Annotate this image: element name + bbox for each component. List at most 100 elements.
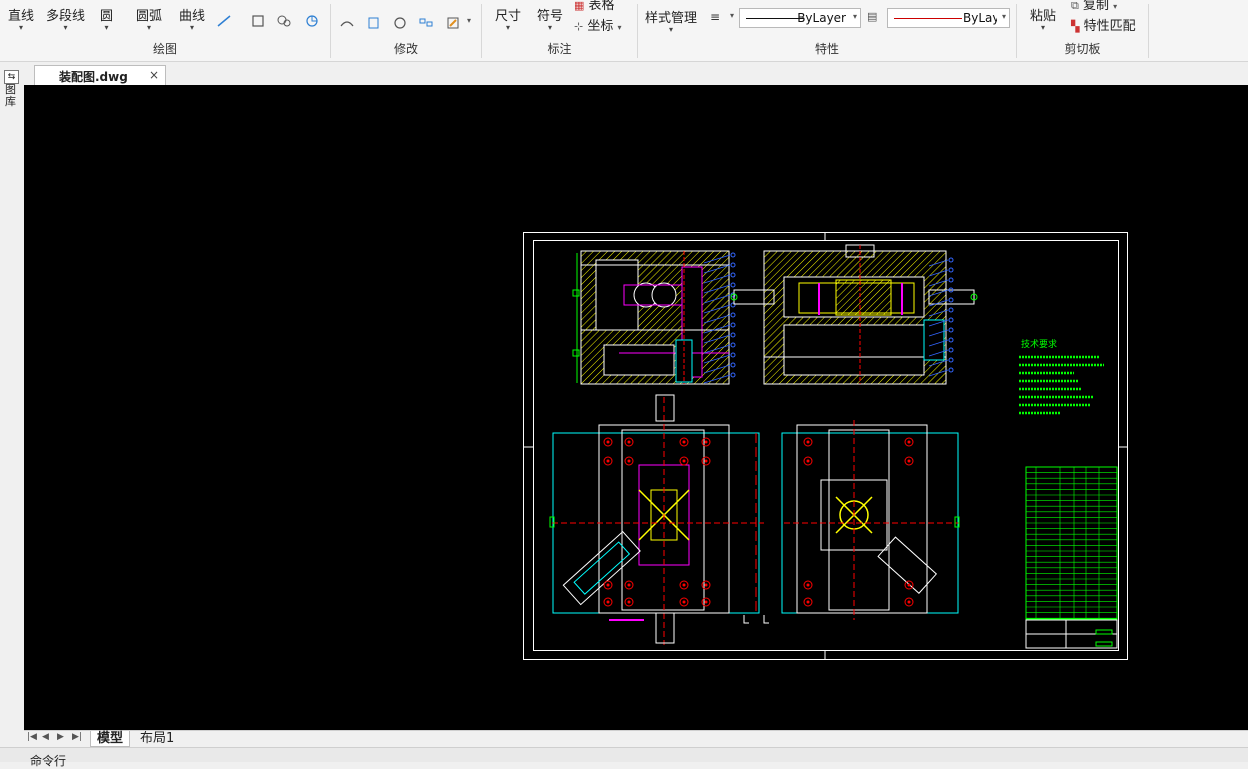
screw-hole-center xyxy=(682,600,686,604)
close-icon[interactable]: × xyxy=(149,68,159,82)
polyline-button-label: 多段线 xyxy=(46,9,86,24)
chevron-down-icon: ▾ xyxy=(547,23,553,32)
paste-button-label: 粘贴 xyxy=(1030,9,1057,24)
match-properties-button[interactable]: ▚ 特性匹配 xyxy=(1071,15,1136,34)
document-tab-bar: 装配图.dwg × xyxy=(24,62,1248,85)
balloon-marker xyxy=(730,332,736,338)
left-palette-strip: ⇆ 图库 xyxy=(0,62,24,730)
hatch-icon[interactable] xyxy=(276,14,292,28)
offset-icon[interactable] xyxy=(445,16,461,30)
drawing-canvas[interactable]: 技术要求 xyxy=(24,85,1248,730)
construction-line-icon[interactable] xyxy=(216,14,232,28)
line-button-label: 直线 xyxy=(8,9,35,24)
balloon-marker xyxy=(948,297,954,303)
document-tab[interactable]: 装配图.dwg × xyxy=(34,65,166,85)
style-manager-button[interactable]: 样式管理 ▾ xyxy=(645,7,697,34)
screw-hole-center xyxy=(627,459,631,463)
polyline-button[interactable]: 多段线 ▾ xyxy=(46,5,86,32)
first-layout-icon[interactable]: |◀ xyxy=(27,732,37,742)
balloon-marker xyxy=(948,357,954,363)
paste-button[interactable]: 粘贴 ▾ xyxy=(1030,5,1057,32)
prev-layout-icon[interactable]: ◀ xyxy=(42,732,49,742)
balloon-marker xyxy=(730,252,736,258)
chevron-down-icon[interactable]: ▾ xyxy=(730,11,734,20)
clipboard-panel-title: 剪切板 xyxy=(1064,42,1101,56)
scale-icon[interactable] xyxy=(366,16,382,30)
balloon-marker xyxy=(948,337,954,343)
lineweight-icon[interactable]: ≡ xyxy=(710,10,720,24)
rotate-icon[interactable] xyxy=(392,16,408,30)
last-layout-icon[interactable]: ▶| xyxy=(72,732,82,742)
screw-hole-center xyxy=(806,583,810,587)
command-line-bar[interactable]: 命令行 xyxy=(0,747,1248,768)
screw-hole-center xyxy=(806,459,810,463)
screw-hole-center xyxy=(907,459,911,463)
palette-toggle-icon[interactable]: ⇆ xyxy=(4,70,19,84)
chevron-down-icon: ▾ xyxy=(1113,2,1118,11)
symbol-button[interactable]: 符号 ▾ xyxy=(537,5,564,32)
balloon-marker xyxy=(730,272,736,278)
annotate-panel-title: 标注 xyxy=(547,42,572,56)
line-button[interactable]: 直线 ▾ xyxy=(8,5,35,32)
document-tab-name: 装配图.dwg xyxy=(59,70,128,84)
array-icon[interactable] xyxy=(418,16,434,30)
table-button[interactable]: ▦ 表格 xyxy=(574,0,615,13)
screw-hole-center xyxy=(806,440,810,444)
screw-hole-center xyxy=(682,583,686,587)
balloon-marker xyxy=(948,277,954,283)
coordinate-button-label: 坐标 xyxy=(587,19,614,34)
layout-tab-layout1[interactable]: 布局1 xyxy=(134,731,180,747)
chevron-down-icon[interactable]: ▾ xyxy=(467,16,471,25)
symbol-button-label: 符号 xyxy=(537,9,564,24)
table-button-label: 表格 xyxy=(588,0,615,13)
balloon-marker xyxy=(948,327,954,333)
screw-hole-center xyxy=(682,459,686,463)
screw-hole-center xyxy=(907,583,911,587)
match-properties-icon: ▚ xyxy=(1071,20,1080,33)
chevron-down-icon: ▾ xyxy=(146,23,152,32)
balloon-marker xyxy=(730,312,736,318)
arc-button[interactable]: 圆弧 ▾ xyxy=(136,5,162,32)
drawing-svg: 技术要求 xyxy=(523,232,1128,660)
balloon-marker xyxy=(948,307,954,313)
chevron-down-icon: ▾ xyxy=(104,23,109,32)
color-preview xyxy=(894,18,962,19)
layout-tab-model[interactable]: 模型 xyxy=(90,731,131,747)
balloon-marker xyxy=(948,367,954,373)
screw-hole-center xyxy=(682,440,686,444)
balloon-marker xyxy=(730,362,736,368)
rectangle-icon[interactable] xyxy=(250,14,266,28)
draw-panel: 直线 ▾ 多段线 ▾ 圆 ▾ 圆弧 ▾ 曲线 ▾ 绘图 xyxy=(0,0,330,61)
table-icon: ▦ xyxy=(574,0,585,12)
chevron-down-icon: ▾ xyxy=(505,23,511,32)
dimension-button[interactable]: 尺寸 ▾ xyxy=(495,5,521,32)
copy-button[interactable]: ⧉ 复制 ▾ xyxy=(1071,0,1117,13)
coordinate-button[interactable]: ⊹ 坐标 ▾ xyxy=(574,15,622,34)
chevron-down-icon: ▾ xyxy=(1001,12,1006,21)
balloon-marker xyxy=(730,322,736,328)
balloon-marker xyxy=(730,262,736,268)
next-layout-icon[interactable]: ▶ xyxy=(57,732,64,742)
color-icon[interactable]: ▤ xyxy=(867,10,877,23)
region-icon[interactable] xyxy=(304,14,320,28)
curve-button[interactable]: 曲线 ▾ xyxy=(179,5,205,32)
properties-panel: 样式管理 ▾ ≡ ▾ ByLayer ▾ ▤ ByLayer ▾ 特性 xyxy=(638,0,1016,61)
linetype-combo[interactable]: ByLayer ▾ xyxy=(739,8,861,28)
screw-hole-center xyxy=(606,440,610,444)
balloon-marker xyxy=(730,372,736,378)
screw-hole-center xyxy=(606,600,610,604)
chevron-down-icon: ▾ xyxy=(852,12,857,21)
chevron-down-icon: ▾ xyxy=(668,25,674,34)
clipboard-panel: 粘贴 ▾ ⧉ 复制 ▾ ▚ 特性匹配 剪切板 xyxy=(1017,0,1148,61)
color-combo[interactable]: ByLayer ▾ xyxy=(887,8,1010,28)
section-view-right xyxy=(730,244,978,385)
balloon-marker xyxy=(948,317,954,323)
move-icon[interactable] xyxy=(339,16,355,30)
linetype-value: ByLayer xyxy=(797,11,846,25)
screw-hole-center xyxy=(704,459,708,463)
panel-divider xyxy=(1148,4,1149,58)
library-tab[interactable]: 图库 xyxy=(5,84,19,108)
circle-button[interactable]: 圆 ▾ xyxy=(100,5,113,32)
plan-view-right xyxy=(781,420,960,620)
screw-hole-center xyxy=(704,600,708,604)
